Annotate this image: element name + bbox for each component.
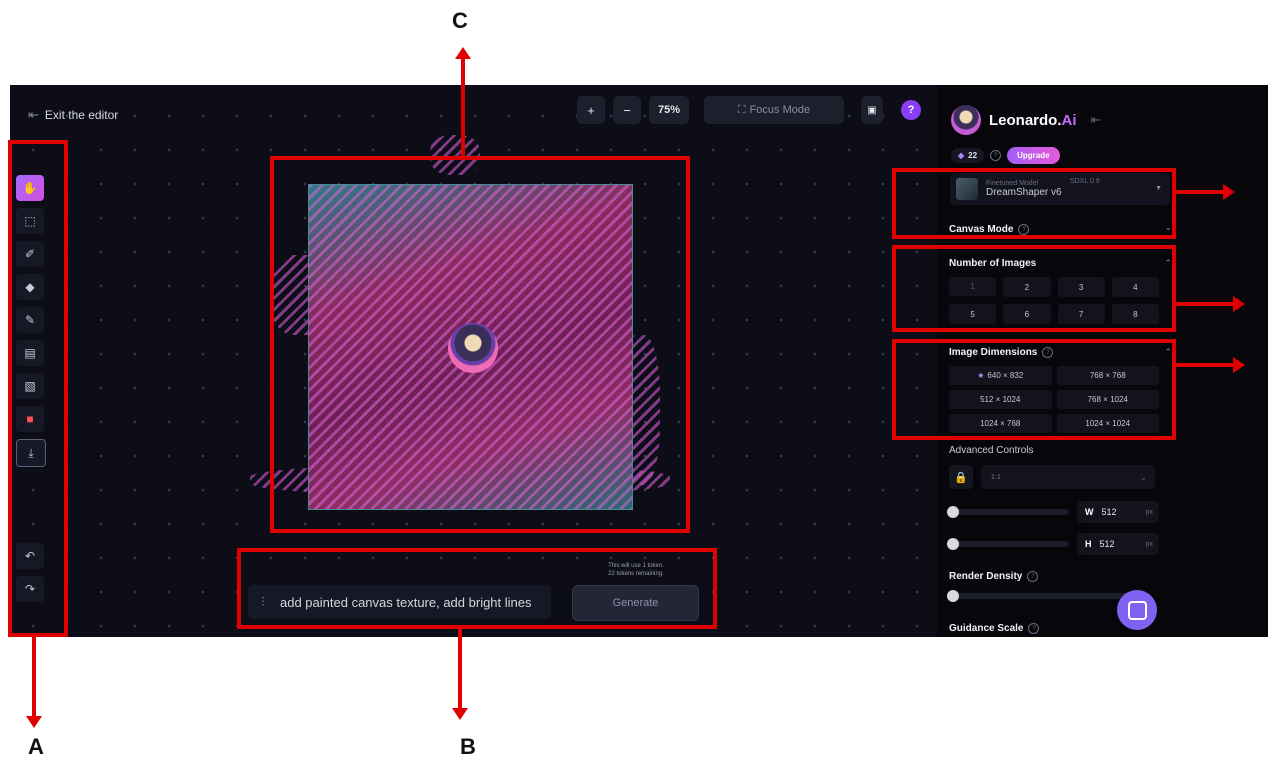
annotation-box-d: [892, 168, 1176, 239]
chat-icon: [1127, 600, 1147, 620]
focus-icon: ⛶: [737, 103, 746, 116]
arrowhead-icon: [1233, 296, 1245, 312]
height-slider[interactable]: [947, 538, 1069, 550]
aspect-ratio-select[interactable]: 1:1 ⌄: [981, 465, 1155, 489]
arrowhead-icon: [26, 716, 42, 728]
annotation-box-a: [8, 140, 68, 637]
token-balance: ◈ 22: [951, 148, 985, 163]
annotation-arrow-f: [1175, 363, 1235, 367]
chevron-down-icon: ⌄: [1140, 472, 1147, 482]
annotation-box-c: [270, 156, 690, 533]
exit-editor-link[interactable]: ⇤ Exit the editor: [28, 107, 118, 123]
slider-handle[interactable]: [947, 538, 959, 550]
render-density-header: Render Density?: [949, 571, 1039, 582]
annotation-arrow-d: [1175, 190, 1225, 194]
token-icon: ◈: [958, 151, 965, 160]
focus-mode-button[interactable]: ⛶ Focus Mode: [704, 96, 844, 124]
guidance-scale-header: Guidance Scale?: [949, 623, 1040, 634]
user-avatar[interactable]: [951, 105, 981, 135]
annotation-box-b: [237, 548, 717, 629]
upgrade-button[interactable]: Upgrade: [1007, 147, 1060, 164]
annotation-label-c: C: [452, 8, 468, 33]
width-slider[interactable]: [947, 506, 1069, 518]
advanced-controls-label: Advanced Controls: [949, 445, 1034, 456]
arrowhead-icon: [1233, 357, 1245, 373]
robot-icon-button[interactable]: ▣: [861, 96, 883, 124]
collapse-sidebar-icon[interactable]: ⇤: [1091, 112, 1102, 128]
arrowhead-icon: [452, 708, 468, 720]
info-icon[interactable]: ?: [1027, 571, 1039, 582]
zoom-in-button[interactable]: +: [577, 96, 605, 124]
help-icon[interactable]: ?: [901, 100, 921, 120]
chat-support-button[interactable]: [1117, 590, 1157, 630]
lock-aspect-icon[interactable]: 🔒: [949, 465, 973, 489]
zoom-level[interactable]: 75%: [649, 96, 689, 124]
zoom-out-button[interactable]: −: [613, 96, 641, 124]
annotation-label-a: A: [28, 734, 44, 759]
annotation-box-f: [892, 339, 1176, 440]
slider-handle[interactable]: [947, 506, 959, 518]
arrowhead-icon: [455, 47, 471, 59]
annotation-arrow-e: [1175, 302, 1235, 306]
focus-mode-label: Focus Mode: [749, 104, 811, 116]
annotation-arrow-c: [461, 55, 465, 157]
annotation-label-b: B: [460, 734, 476, 759]
annotation-arrow-b: [458, 628, 462, 710]
zoom-controls: + − 75%: [577, 96, 689, 124]
brand-name: Leonardo.Ai: [989, 111, 1077, 129]
exit-arrow-icon: ⇤: [28, 107, 39, 122]
info-icon[interactable]: ?: [990, 150, 1002, 161]
slider-handle[interactable]: [947, 590, 959, 602]
arrowhead-icon: [1223, 184, 1235, 200]
annotation-arrow-a: [32, 636, 36, 718]
info-icon[interactable]: ?: [1028, 623, 1040, 634]
width-field[interactable]: W 512 px: [1077, 501, 1159, 523]
annotation-box-e: [892, 245, 1176, 332]
height-field[interactable]: H 512 px: [1077, 533, 1159, 555]
exit-editor-label: Exit the editor: [44, 108, 119, 122]
render-density-slider[interactable]: [947, 590, 1139, 602]
